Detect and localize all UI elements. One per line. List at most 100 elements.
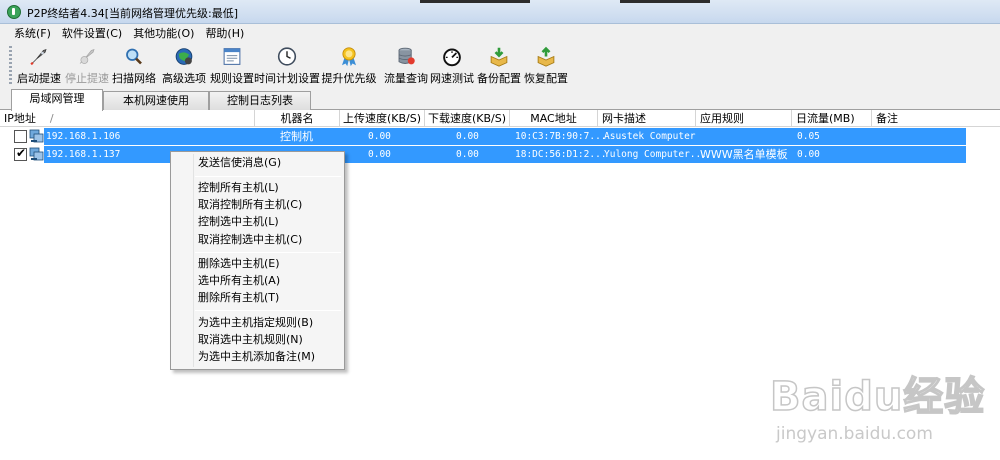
menu-control-all-hosts[interactable]: 控制所有主机(L) — [198, 180, 279, 196]
start-speedup-label: 启动提速 — [17, 72, 61, 85]
window-title: P2P终结者4.34[当前网络管理优先级:最低] — [27, 7, 239, 20]
raise-priority-button[interactable]: 提升优先级 — [321, 44, 377, 86]
rules-settings-button[interactable]: 规则设置 — [210, 44, 254, 86]
rocket-icon — [30, 48, 47, 66]
scan-network-button[interactable]: 扫描网络 — [112, 44, 156, 86]
menu-separator — [195, 252, 341, 253]
host-computer-icon — [29, 147, 44, 161]
row-upload-speed: 0.00 — [368, 149, 391, 160]
tab-control-log[interactable]: 控制日志列表 — [209, 91, 311, 110]
globe-icon — [175, 48, 193, 65]
menu-delete-selected-hosts[interactable]: 删除选中主机(E) — [198, 256, 280, 272]
row-traffic: 0.00 — [797, 149, 820, 160]
row-ip: 192.168.1.137 — [46, 149, 121, 160]
schedule-settings-button[interactable]: 时间计划设置 — [254, 44, 320, 86]
menu-add-note[interactable]: 为选中主机添加备注(M) — [198, 349, 315, 365]
row-rule: WWW黑名单模板 — [700, 148, 788, 161]
clock-icon — [277, 47, 297, 66]
row-nic: Asustek Computer — [604, 131, 696, 142]
advanced-options-label: 高级选项 — [162, 72, 206, 85]
row-mac: 10:C3:7B:90:7... — [515, 131, 607, 142]
sort-indicator: / — [49, 112, 54, 125]
row-selection-highlight — [44, 128, 966, 145]
backup-config-button[interactable]: 备份配置 — [476, 44, 522, 86]
row-download-speed: 0.00 — [456, 131, 479, 142]
menu-assign-rule[interactable]: 为选中主机指定规则(B) — [198, 315, 313, 331]
speed-test-button[interactable]: 网速测试 — [430, 44, 474, 86]
row-checkbox[interactable] — [14, 130, 27, 143]
restore-box-icon — [537, 46, 555, 67]
row-upload-speed: 0.00 — [368, 131, 391, 142]
column-header-ip[interactable]: IP地址 / — [0, 110, 255, 127]
check-mark-icon: ✔ — [16, 146, 27, 160]
toolbar: 启动提速 停止提速 扫描网络 高级选项 规则设置 时间计划设置 提升优先级 流量… — [0, 42, 1000, 88]
speedometer-icon — [443, 48, 461, 67]
menu-bar: 系统(F) 软件设置(C) 其他功能(O) 帮助(H) — [0, 24, 1000, 42]
menu-delete-all-hosts[interactable]: 删除所有主机(T) — [198, 290, 279, 306]
watermark-url: jingyan.baidu.com — [776, 424, 933, 444]
stop-speedup-label: 停止提速 — [65, 72, 109, 85]
table-row[interactable]: 192.168.1.106 控制机 0.00 0.00 10:C3:7B:90:… — [0, 128, 1000, 145]
toolbar-grip-handle[interactable] — [9, 46, 12, 84]
host-computer-icon — [29, 129, 44, 143]
column-header-name[interactable]: 机器名 — [255, 110, 340, 127]
menu-other[interactable]: 其他功能(O) — [133, 25, 194, 41]
column-header-ip-label: IP地址 — [4, 112, 36, 125]
title-bar-decoration — [420, 0, 530, 3]
menu-separator — [195, 176, 341, 177]
column-header-note[interactable]: 备注 — [872, 110, 1000, 127]
restore-config-button[interactable]: 恢复配置 — [523, 44, 569, 86]
app-icon — [7, 5, 21, 19]
column-header-nic[interactable]: 网卡描述 — [598, 110, 696, 127]
menu-cancel-rule[interactable]: 取消选中主机规则(N) — [198, 332, 303, 348]
baidu-jingyan-watermark: Baidu经验 jingyan.baidu.com — [760, 362, 1000, 460]
speed-test-label: 网速测试 — [430, 72, 474, 85]
context-menu-gutter — [193, 154, 194, 367]
schedule-settings-label: 时间计划设置 — [254, 72, 320, 85]
row-checkbox[interactable]: ✔ — [14, 146, 27, 161]
menu-send-messenger[interactable]: 发送信使消息(G) — [198, 155, 281, 171]
backup-config-label: 备份配置 — [477, 72, 521, 85]
column-header-upload[interactable]: 上传速度(KB/S) — [340, 110, 425, 127]
rules-settings-label: 规则设置 — [210, 72, 254, 85]
stop-speedup-button[interactable]: 停止提速 — [64, 44, 110, 86]
menu-help[interactable]: 帮助(H) — [205, 25, 244, 41]
column-header-rule[interactable]: 应用规则 — [696, 110, 792, 127]
host-list-header: IP地址 / 机器名 上传速度(KB/S) 下载速度(KB/S) MAC地址 网卡… — [0, 110, 1000, 127]
column-header-traffic[interactable]: 日流量(MB) — [792, 110, 872, 127]
tab-local-speed[interactable]: 本机网速使用 — [103, 91, 209, 110]
menu-uncontrol-selected-hosts[interactable]: 取消控制选中主机(C) — [198, 232, 302, 248]
tab-strip: 局域网管理 本机网速使用 控制日志列表 — [0, 88, 1000, 111]
context-menu: 发送信使消息(G) 控制所有主机(L) 取消控制所有主机(C) 控制选中主机(L… — [170, 151, 345, 370]
backup-box-icon — [490, 47, 508, 67]
table-row[interactable]: ✔ 192.168.1.137 0.00 0.00 18:DC:56:D1:2.… — [0, 146, 1000, 163]
advanced-options-button[interactable]: 高级选项 — [162, 44, 206, 86]
traffic-query-label: 流量查询 — [384, 72, 428, 85]
row-nic: Yulong Computer... — [604, 149, 707, 160]
menu-separator — [195, 310, 341, 311]
row-mac: 18:DC:56:D1:2... — [515, 149, 607, 160]
row-ip: 192.168.1.106 — [46, 131, 121, 142]
scan-network-label: 扫描网络 — [112, 72, 156, 85]
menu-system[interactable]: 系统(F) — [14, 25, 51, 41]
start-speedup-button[interactable]: 启动提速 — [16, 44, 62, 86]
menu-settings[interactable]: 软件设置(C) — [62, 25, 122, 41]
medal-icon — [342, 47, 356, 67]
magnifier-icon — [126, 48, 142, 65]
menu-control-selected-hosts[interactable]: 控制选中主机(L) — [198, 214, 279, 230]
row-machine-name: 控制机 — [280, 130, 313, 143]
row-traffic: 0.05 — [797, 131, 820, 142]
restore-config-label: 恢复配置 — [524, 72, 568, 85]
column-header-download[interactable]: 下载速度(KB/S) — [425, 110, 510, 127]
menu-select-all-hosts[interactable]: 选中所有主机(A) — [198, 273, 280, 289]
rules-window-icon — [223, 48, 241, 65]
rocket-stop-icon — [79, 48, 95, 64]
title-bar: P2P终结者4.34[当前网络管理优先级:最低] — [0, 0, 1000, 24]
raise-priority-label: 提升优先级 — [321, 72, 377, 85]
traffic-query-button[interactable]: 流量查询 — [384, 44, 428, 86]
tab-lan-management[interactable]: 局域网管理 — [11, 89, 103, 111]
menu-uncontrol-all-hosts[interactable]: 取消控制所有主机(C) — [198, 197, 302, 213]
row-download-speed: 0.00 — [456, 149, 479, 160]
database-icon — [398, 47, 415, 65]
column-header-mac[interactable]: MAC地址 — [510, 110, 598, 127]
